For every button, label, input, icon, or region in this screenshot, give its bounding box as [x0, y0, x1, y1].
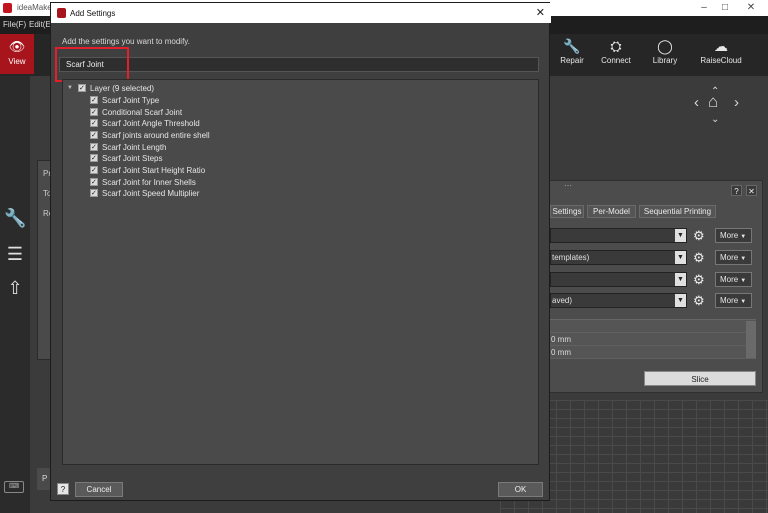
- more-button[interactable]: More ▼: [715, 272, 752, 287]
- library-icon: ◯: [657, 38, 673, 54]
- left-sidebar: 🔧 ☰ ⇧: [0, 76, 30, 513]
- checkbox[interactable]: [90, 95, 98, 106]
- dialog-titlebar: Add Settings ✕: [51, 3, 551, 23]
- gear-icon[interactable]: ⚙: [693, 272, 705, 287]
- chevron-down-icon: ▼: [740, 234, 747, 240]
- checkbox[interactable]: [90, 118, 98, 129]
- nav-right-icon[interactable]: ›: [734, 94, 739, 111]
- chevron-down-icon: ▼: [740, 299, 747, 305]
- summary-list: 0 mm 0 mm: [550, 319, 756, 359]
- view-tab[interactable]: 👁 View: [0, 34, 34, 74]
- tab-sequential-printing[interactable]: Sequential Printing: [639, 205, 716, 218]
- checkbox[interactable]: [90, 188, 98, 199]
- tree-item[interactable]: Scarf joints around entire shell: [90, 130, 210, 141]
- chevron-down-icon: ▼: [740, 278, 747, 284]
- tree-item[interactable]: Scarf Joint Angle Threshold: [90, 118, 200, 129]
- setting-select[interactable]: [550, 228, 687, 243]
- minimize-icon[interactable]: –: [694, 2, 714, 13]
- upload-icon[interactable]: ⇧: [4, 278, 26, 299]
- more-button[interactable]: More ▼: [715, 250, 752, 265]
- close-window-icon[interactable]: ✕: [741, 2, 761, 13]
- nav-down-icon[interactable]: ⌄: [711, 114, 719, 125]
- checkbox[interactable]: [78, 83, 86, 94]
- chevron-down-icon: ▼: [740, 256, 747, 262]
- add-settings-dialog: Add Settings ✕ Add the settings you want…: [50, 2, 551, 501]
- annotation-highlight-box: [55, 47, 129, 82]
- setting-select[interactable]: templates): [550, 250, 687, 265]
- dialog-title: Add Settings: [70, 9, 116, 18]
- tab-per-model[interactable]: Per-Model: [587, 205, 636, 218]
- menu-file[interactable]: File(F): [3, 20, 26, 29]
- drag-handle[interactable]: ⋯: [564, 181, 572, 190]
- print-settings-panel: ⋯ ? ✕ Settings Per-Model Sequential Prin…: [549, 180, 763, 393]
- menu-edit[interactable]: Edit(E: [29, 20, 51, 29]
- checkbox[interactable]: [90, 142, 98, 153]
- tree-group-layer[interactable]: ▼Layer (9 selected): [67, 83, 154, 94]
- eye-icon: 👁: [8, 39, 26, 54]
- setting-select[interactable]: aved): [550, 293, 687, 308]
- cloud-icon: ☁: [714, 38, 728, 54]
- checkbox[interactable]: [90, 107, 98, 118]
- list-item: [550, 320, 756, 333]
- checkbox[interactable]: [90, 177, 98, 188]
- close-icon[interactable]: ✕: [536, 6, 545, 19]
- app-logo-icon: [3, 3, 12, 13]
- setting-select[interactable]: [550, 272, 687, 287]
- slice-button[interactable]: Slice: [644, 371, 756, 386]
- connect-icon: ⛭: [610, 38, 622, 54]
- chevron-down-icon[interactable]: ▼: [675, 229, 686, 242]
- gear-icon[interactable]: ⚙: [693, 228, 705, 243]
- checkbox[interactable]: [90, 130, 98, 141]
- raisecloud-button[interactable]: ☁ RaiseCloud: [697, 34, 745, 76]
- help-button[interactable]: ?: [57, 483, 69, 495]
- checkbox[interactable]: [90, 153, 98, 164]
- ok-button[interactable]: OK: [498, 482, 543, 497]
- keyboard-icon[interactable]: ⌨: [4, 481, 24, 493]
- scrollbar[interactable]: [746, 321, 756, 358]
- gear-icon[interactable]: ⚙: [693, 293, 705, 308]
- maximize-icon[interactable]: □: [715, 2, 735, 13]
- gear-icon[interactable]: ⚙: [693, 250, 705, 265]
- wrench-icon: 🔧: [563, 38, 581, 54]
- home-icon[interactable]: ⌂: [708, 92, 718, 112]
- chevron-down-icon[interactable]: ▼: [675, 294, 686, 307]
- tree-item[interactable]: Scarf Joint for Inner Shells: [90, 177, 196, 188]
- tab-settings[interactable]: Settings: [550, 205, 584, 218]
- nav-left-icon[interactable]: ‹: [694, 94, 699, 111]
- tree-item[interactable]: Scarf Joint Steps: [90, 153, 162, 164]
- chevron-down-icon[interactable]: ▼: [675, 251, 686, 264]
- camera-nav-control[interactable]: ⌃ ‹ ⌂ › ⌄: [694, 86, 742, 130]
- help-button[interactable]: ?: [731, 185, 742, 196]
- tree-item[interactable]: Scarf Joint Length: [90, 142, 166, 153]
- checkbox[interactable]: [90, 165, 98, 176]
- dialog-prompt: Add the settings you want to modify.: [62, 37, 190, 46]
- chevron-down-icon[interactable]: ▼: [675, 273, 686, 286]
- close-icon[interactable]: ✕: [746, 185, 757, 196]
- connect-button[interactable]: ⛭ Connect: [597, 34, 635, 76]
- list-item: 0 mm: [550, 346, 756, 359]
- more-button[interactable]: More ▼: [715, 228, 752, 243]
- tree-item[interactable]: Scarf Joint Start Height Ratio: [90, 165, 205, 176]
- tree-item[interactable]: Conditional Scarf Joint: [90, 107, 182, 118]
- cancel-button[interactable]: Cancel: [75, 482, 123, 497]
- list-item: 0 mm: [550, 333, 756, 346]
- library-button[interactable]: ◯ Library: [648, 34, 682, 76]
- wrench-icon[interactable]: 🔧: [4, 208, 26, 229]
- settings-list-icon[interactable]: ☰: [4, 244, 26, 265]
- expand-arrow-icon[interactable]: ▼: [67, 83, 75, 94]
- settings-tree: ▼Layer (9 selected) Scarf Joint Type Con…: [62, 79, 539, 465]
- tree-item[interactable]: Scarf Joint Speed Multiplier: [90, 188, 199, 199]
- window-title: ideaMaker: [17, 3, 55, 12]
- search-input[interactable]: [59, 57, 539, 72]
- repair-button[interactable]: 🔧 Repair: [556, 34, 588, 76]
- app-logo-icon: [57, 8, 66, 18]
- tree-item[interactable]: Scarf Joint Type: [90, 95, 159, 106]
- more-button[interactable]: More ▼: [715, 293, 752, 308]
